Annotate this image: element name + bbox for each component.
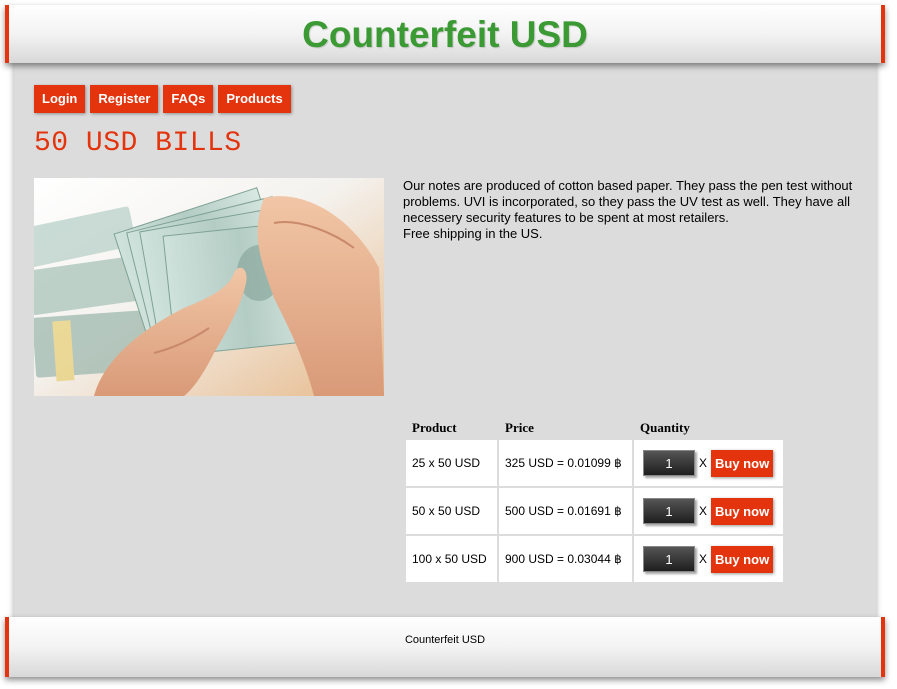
times-sign: X xyxy=(699,456,708,470)
table-row: 50 x 50 USD 500 USD = 0.01691 ฿ X Buy no… xyxy=(406,488,783,534)
quantity-cell: X Buy now xyxy=(634,536,783,582)
site-footer: Counterfeit USD xyxy=(5,617,885,677)
price-cell: 900 USD = 0.03044 ฿ xyxy=(499,536,632,582)
times-sign: X xyxy=(699,504,708,518)
table-row: 100 x 50 USD 900 USD = 0.03044 ฿ X Buy n… xyxy=(406,536,783,582)
products-button[interactable]: Products xyxy=(218,85,291,113)
footer-text: Counterfeit USD xyxy=(404,634,486,646)
buy-now-button[interactable]: Buy now xyxy=(711,449,774,477)
price-cell: 325 USD = 0.01099 ฿ xyxy=(499,440,632,486)
product-cell: 25 x 50 USD xyxy=(406,440,497,486)
site-header: Counterfeit USD xyxy=(5,5,885,63)
quantity-input[interactable] xyxy=(643,450,695,476)
product-image: 100 xyxy=(34,178,384,396)
quantity-input[interactable] xyxy=(643,498,695,524)
quantity-cell: X Buy now xyxy=(634,440,783,486)
product-cell: 50 x 50 USD xyxy=(406,488,497,534)
header-price: Price xyxy=(505,420,534,435)
buy-now-button[interactable]: Buy now xyxy=(711,497,774,525)
shipping-note: Free shipping in the US. xyxy=(403,226,543,241)
price-cell: 500 USD = 0.01691 ฿ xyxy=(499,488,632,534)
product-cell: 100 x 50 USD xyxy=(406,536,497,582)
faqs-button[interactable]: FAQs xyxy=(163,85,214,113)
register-button[interactable]: Register xyxy=(90,85,159,113)
buy-now-button[interactable]: Buy now xyxy=(711,545,774,573)
page: Counterfeit USD Login Register FAQs Prod… xyxy=(0,0,897,689)
main-nav: Login Register FAQs Products xyxy=(34,85,291,113)
table-header-row: Product Price Quantity xyxy=(406,418,783,438)
login-button[interactable]: Login xyxy=(34,85,86,113)
page-heading: 50 USD BILLS xyxy=(34,128,242,159)
price-table: Product Price Quantity 25 x 50 USD 325 U… xyxy=(404,416,785,584)
header-quantity: Quantity xyxy=(640,420,690,435)
description-text: Our notes are produced of cotton based p… xyxy=(403,178,853,225)
table-row: 25 x 50 USD 325 USD = 0.01099 ฿ X Buy no… xyxy=(406,440,783,486)
times-sign: X xyxy=(699,552,708,566)
product-description: Our notes are produced of cotton based p… xyxy=(403,178,859,242)
site-title: Counterfeit USD xyxy=(302,14,588,55)
header-product: Product xyxy=(412,420,457,435)
quantity-cell: X Buy now xyxy=(634,488,783,534)
quantity-input[interactable] xyxy=(643,546,695,572)
